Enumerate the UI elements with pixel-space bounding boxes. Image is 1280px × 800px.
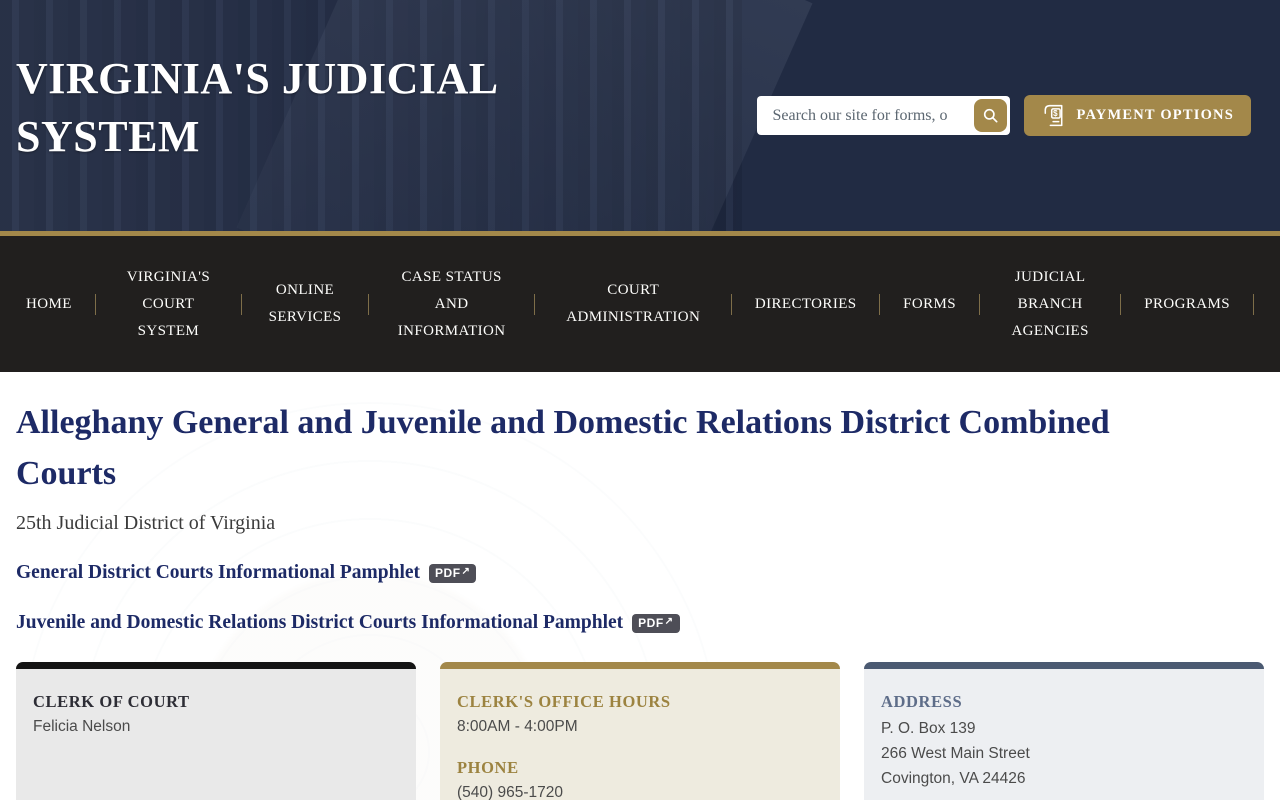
clerk-of-court-heading: CLERK OF COURT	[33, 692, 190, 711]
main-content: Alleghany General and Juvenile and Domes…	[0, 372, 1280, 800]
page-title: Alleghany General and Juvenile and Domes…	[16, 404, 1110, 492]
address-heading: ADDRESS	[881, 692, 963, 711]
nav-separator	[94, 293, 96, 315]
address-line: Covington, VA 24426	[881, 770, 1026, 787]
page-subtitle: 25th Judicial District of Virginia	[16, 512, 276, 534]
phone-heading: PHONE	[457, 758, 519, 777]
clerk-of-court-name: Felicia Nelson	[33, 718, 131, 735]
nav-item-judicial-branch-agencies[interactable]: JUDICIAL BRANCH AGENCIES	[1003, 264, 1098, 345]
nav-item-virginias-court-system[interactable]: VIRGINIA'S COURT SYSTEM	[118, 264, 218, 345]
receipt-dollar-icon: $	[1041, 102, 1066, 129]
address-value: P. O. Box 139 266 West Main Street Covin…	[881, 716, 1247, 791]
address-card: ADDRESS P. O. Box 139 266 West Main Stre…	[864, 662, 1264, 800]
phone-number: (540) 965-1720	[457, 784, 563, 800]
nav-item-forms[interactable]: FORMS	[903, 291, 956, 318]
office-hours-card: CLERK'S OFFICE HOURS 8:00AM - 4:00PM PHO…	[440, 662, 840, 800]
external-link-icon: ↗	[461, 565, 471, 577]
svg-text:$: $	[1054, 109, 1060, 118]
nav-separator	[367, 293, 369, 315]
jdr-district-pamphlet-link[interactable]: Juvenile and Domestic Relations District…	[16, 612, 680, 634]
card-section: ADDRESS P. O. Box 139 266 West Main Stre…	[881, 692, 1247, 791]
nav-item-directories[interactable]: DIRECTORIES	[755, 291, 857, 318]
magnifier-icon	[981, 106, 1000, 125]
site-title: VIRGINIA'S JUDICIAL SYSTEM	[16, 54, 497, 161]
nav-separator	[1120, 293, 1122, 315]
nav-item-programs[interactable]: PROGRAMS	[1144, 291, 1230, 318]
general-district-pamphlet-link[interactable]: General District Courts Informational Pa…	[16, 562, 477, 584]
search-box	[757, 96, 1011, 135]
address-line: 266 West Main Street	[881, 745, 1030, 762]
payment-options-button[interactable]: $ PAYMENT OPTIONS	[1024, 95, 1251, 136]
link-label: Juvenile and Domestic Relations District…	[16, 612, 624, 633]
address-line: P. O. Box 139	[881, 720, 976, 737]
header-actions: $ PAYMENT OPTIONS	[757, 95, 1251, 136]
pdf-badge: PDF ↗	[429, 563, 477, 583]
card-section: PHONE (540) 965-1720	[457, 758, 823, 800]
page: VIRGINIA'S JUDICIAL SYSTEM Search our si…	[0, 0, 1280, 800]
search-button[interactable]	[974, 99, 1008, 132]
site-header: VIRGINIA'S JUDICIAL SYSTEM Search our si…	[0, 0, 1280, 236]
nav-item-case-status-and-information[interactable]: CASE STATUS AND INFORMATION	[392, 264, 512, 345]
nav-item-court-administration[interactable]: COURT ADMINISTRATION	[558, 277, 708, 331]
pdf-badge-label: PDF	[435, 565, 461, 580]
clerk-of-court-card: CLERK OF COURT Felicia Nelson	[16, 662, 416, 800]
search-input[interactable]	[757, 96, 954, 135]
nav-separator	[978, 293, 980, 315]
nav-separator	[731, 293, 733, 315]
link-label: General District Courts Informational Pa…	[16, 562, 421, 583]
pdf-badge-label: PDF	[638, 615, 664, 630]
card-section: CLERK OF COURT Felicia Nelson	[33, 692, 399, 738]
main-navigation: HOME VIRGINIA'S COURT SYSTEM ONLINE SERV…	[0, 236, 1280, 372]
office-hours-heading: CLERK'S OFFICE HOURS	[457, 692, 671, 711]
info-cards: CLERK OF COURT Felicia Nelson CLERK'S OF…	[16, 662, 1264, 800]
nav-item-online-services[interactable]: ONLINE SERVICES	[265, 277, 345, 331]
card-section: CLERK'S OFFICE HOURS 8:00AM - 4:00PM	[457, 692, 823, 738]
nav-separator	[1252, 293, 1254, 315]
payment-options-label: PAYMENT OPTIONS	[1076, 107, 1234, 123]
nav-item-home[interactable]: HOME	[26, 291, 72, 318]
external-link-icon: ↗	[664, 615, 674, 627]
nav-separator	[534, 293, 536, 315]
nav-separator	[241, 293, 243, 315]
pdf-badge: PDF ↗	[632, 613, 680, 633]
nav-separator	[879, 293, 881, 315]
office-hours-value: 8:00AM - 4:00PM	[457, 718, 578, 735]
